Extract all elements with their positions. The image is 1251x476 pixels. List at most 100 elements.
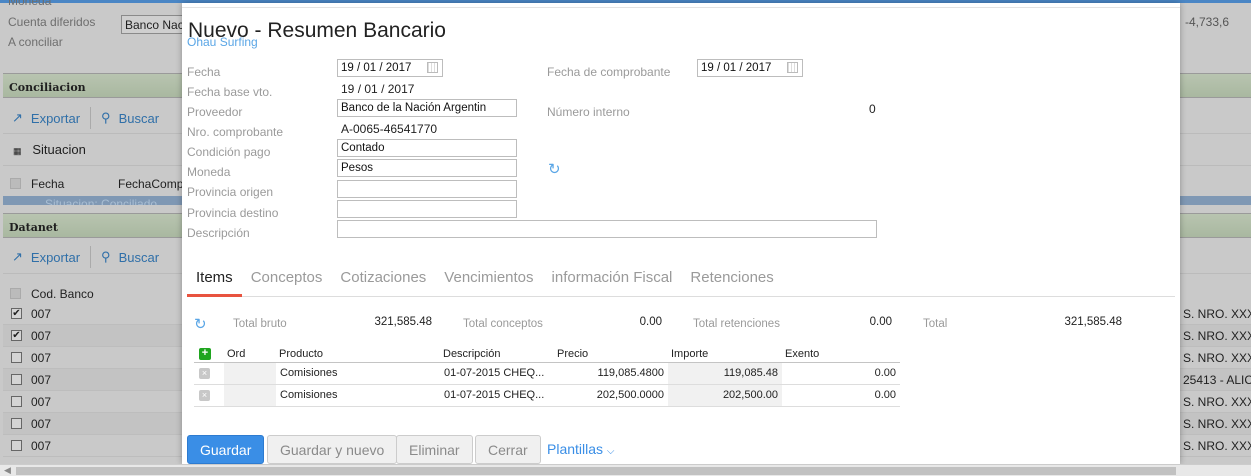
row-checkbox[interactable] [11,396,22,407]
export-icon: ↗ [12,249,23,264]
cod-banco-cell: 007 [31,351,52,365]
producto-cell[interactable]: Comisiones [276,362,440,385]
refresh-icon[interactable]: ↻ [548,160,561,178]
condicion-pago-input[interactable]: Contado [337,139,517,157]
tab-conceptos[interactable]: Conceptos [242,267,332,297]
total-label: Total [923,318,948,330]
select-all-checkbox[interactable] [10,178,21,189]
ord-cell[interactable] [224,384,276,407]
recalculate-icon[interactable]: ↻ [194,315,207,333]
numero-interno-value: 0 [869,102,876,116]
row-checkbox[interactable]: ✔ [11,330,22,341]
precio-cell[interactable]: 202,500.0000 [554,384,668,407]
select-all-checkbox[interactable] [10,288,21,299]
descripcion-cell[interactable]: 01-07-2015 CHEQ... [440,384,554,407]
search-icon: ⚲ [101,110,111,125]
cod-banco-cell: 007 [31,307,52,321]
horizontal-scrollbar[interactable]: ◀ [0,464,1251,476]
calendar-icon[interactable] [787,62,798,73]
cod-banco-cell: 007 [31,373,52,387]
row-checkbox[interactable]: ✔ [11,308,22,319]
descripcion-label: Descripción [187,226,250,240]
moneda-input[interactable]: Pesos [337,159,517,177]
plantillas-label: Plantillas [547,441,604,457]
buscar-button[interactable]: Buscar [119,250,159,265]
fecha-input[interactable]: 19 / 01 / 2017 [337,59,443,77]
tab-informacion-fiscal[interactable]: información Fiscal [543,267,682,297]
cuenta-diferidos-label: Cuenta diferidos [8,15,96,29]
row-checkbox[interactable] [11,374,22,385]
cod-banco-cell: 007 [31,417,52,431]
guardar-y-nuevo-button[interactable]: Guardar y nuevo [267,435,398,464]
col-cod-banco[interactable]: Cod. Banco [31,287,94,301]
fecha-comprobante-input[interactable]: 19 / 01 / 2017 [697,59,803,77]
plantillas-dropdown[interactable]: Plantillas ⌵ [547,441,615,457]
situacion-label: Situacion [32,142,86,157]
search-icon: ⚲ [101,249,111,264]
condicion-pago-label: Condición pago [187,145,271,159]
conciliacion-toolbar: ↗ Exportar ⚲ Buscar [12,107,159,129]
ord-cell[interactable] [224,362,276,385]
delete-row-icon[interactable]: × [199,390,210,401]
col-fecha[interactable]: Fecha [31,177,64,191]
moneda-label: Moneda [187,165,231,179]
descripcion-cell[interactable]: 01-07-2015 CHEQ... [440,362,554,385]
descripcion-input[interactable] [337,220,877,238]
tab-items[interactable]: Items [187,267,242,297]
add-row-icon[interactable]: + [199,348,211,361]
calendar-icon[interactable] [427,62,438,73]
concepto-cell: S. NRO. XXXX [1183,395,1251,409]
total-bruto-label: Total bruto [233,318,287,330]
provincia-origen-input[interactable] [337,180,517,198]
nro-comprobante-value: A-0065-46541770 [341,122,438,136]
tab-vencimientos[interactable]: Vencimientos [435,267,542,297]
exportar-button[interactable]: Exportar [31,250,80,265]
total-bruto-value: 321,585.48 [374,316,432,328]
precio-cell[interactable]: 119,085.4800 [554,362,668,385]
concepto-cell: 25413 - ALICU [1183,373,1251,387]
total-retenciones-label: Total retenciones [693,318,780,330]
total-conceptos-value: 0.00 [639,316,662,328]
guardar-button[interactable]: Guardar [187,435,265,464]
table-row[interactable]: × Comisiones 01-07-2015 CHEQ... 119,085.… [194,362,900,385]
provincia-destino-label: Provincia destino [187,206,279,220]
row-checkbox[interactable] [11,440,22,451]
cod-banco-cell: 007 [31,439,52,453]
exento-cell[interactable]: 0.00 [782,384,900,407]
fecha-comprobante-label: Fecha de comprobante [547,65,671,79]
situacion-group[interactable]: ▦ Situacion [13,142,86,157]
importe-cell: 119,085.48 [668,362,782,385]
exportar-button[interactable]: Exportar [31,111,80,126]
fecha-base-label: Fecha base vto. [187,85,273,99]
concepto-cell: S. NRO. XXXX [1183,351,1251,365]
row-checkbox[interactable] [11,352,22,363]
total-value: 321,585.48 [1064,316,1122,328]
importe-cell: 202,500.00 [668,384,782,407]
divider [90,107,92,129]
scroll-left-icon[interactable]: ◀ [4,465,11,476]
buscar-button[interactable]: Buscar [119,111,159,126]
provincia-destino-input[interactable] [337,200,517,218]
chevron-down-icon: ⌵ [606,446,615,457]
cod-banco-cell: 007 [31,329,52,343]
divider [90,246,92,268]
total-conceptos-label: Total conceptos [463,318,543,330]
company-name[interactable]: Ohau Surfing [187,35,258,49]
table-row[interactable]: × Comisiones 01-07-2015 CHEQ... 202,500.… [194,384,900,407]
col-precio: Precio [554,346,668,363]
fecha-label: Fecha [187,65,221,79]
proveedor-input[interactable]: Banco de la Nación Argentin [337,99,517,117]
scrollbar-thumb[interactable] [16,467,1176,475]
col-producto: Producto [276,346,440,363]
tab-retenciones[interactable]: Retenciones [681,267,782,297]
proveedor-label: Proveedor [187,105,243,119]
cuenta-diferidos-select[interactable]: Banco Nacion [121,15,191,34]
col-descripcion: Descripción [440,346,554,363]
eliminar-button[interactable]: Eliminar [396,435,473,464]
exento-cell[interactable]: 0.00 [782,362,900,385]
cerrar-button[interactable]: Cerrar [475,435,541,464]
delete-row-icon[interactable]: × [199,368,210,379]
producto-cell[interactable]: Comisiones [276,384,440,407]
row-checkbox[interactable] [11,418,22,429]
tab-cotizaciones[interactable]: Cotizaciones [331,267,435,297]
